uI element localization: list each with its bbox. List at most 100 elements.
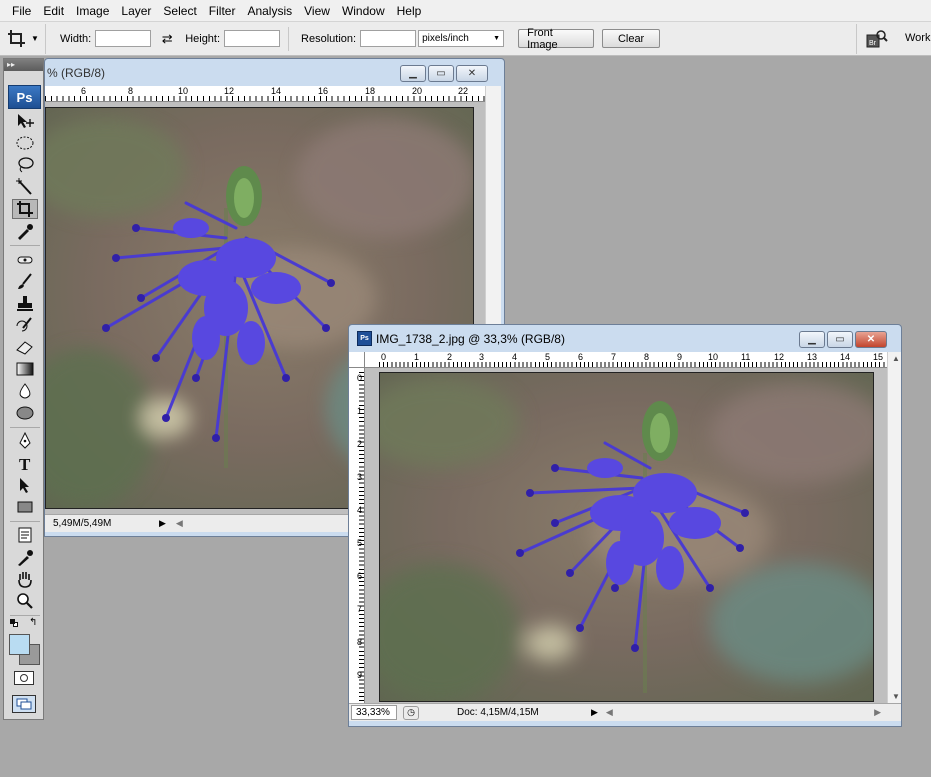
zoom-level-field[interactable]: 33,33%	[351, 705, 397, 720]
svg-text:Br: Br	[869, 40, 877, 47]
photo-canvas[interactable]	[379, 372, 874, 702]
front-image-button[interactable]: Front Image	[518, 27, 595, 51]
ps-document-icon: Ps	[357, 331, 372, 346]
menu-image[interactable]: Image	[70, 0, 115, 22]
menu-bar: File Edit Image Layer Select Filter Anal…	[0, 0, 931, 22]
minimize-button[interactable]: ▁	[400, 65, 426, 82]
tool-divider	[10, 427, 40, 428]
flower-photo	[380, 373, 873, 701]
resolution-field[interactable]	[360, 30, 417, 47]
options-bar: ▼ Width: ⇄ Height: Resolution: pixels/in…	[0, 22, 931, 56]
menu-layer[interactable]: Layer	[115, 0, 157, 22]
shape-tool[interactable]	[12, 497, 38, 517]
tools-panel-header[interactable]: ▸▸	[4, 59, 43, 71]
gradient-tool[interactable]	[12, 359, 38, 379]
minimize-button[interactable]: ▁	[799, 331, 825, 348]
rectangle-icon	[17, 501, 33, 513]
eyedropper-tool[interactable]	[12, 547, 38, 567]
menu-filter[interactable]: Filter	[203, 0, 242, 22]
ruler-label: 0	[381, 352, 387, 362]
ruler-label: 18	[365, 86, 376, 96]
height-field[interactable]	[224, 30, 281, 47]
close-icon: ✕	[866, 334, 876, 345]
dodge-icon	[16, 406, 34, 420]
swap-icon[interactable]: ⇄	[157, 31, 177, 47]
move-tool[interactable]	[12, 111, 38, 131]
ruler-label: 5	[545, 352, 551, 362]
ruler-label: 6	[578, 352, 584, 362]
ruler-label: 10	[178, 86, 189, 96]
status-menu-arrow[interactable]: ▶	[159, 518, 166, 529]
scroll-right-arrow[interactable]: ▶	[874, 707, 881, 718]
zoom-tool[interactable]	[12, 591, 38, 611]
ruler-label: 9	[677, 352, 683, 362]
foreground-color-swatch[interactable]	[9, 634, 30, 655]
slice-eyedropper-tool[interactable]	[12, 221, 38, 241]
minimize-icon: ▁	[808, 334, 816, 345]
menu-view[interactable]: View	[298, 0, 336, 22]
crop-tool[interactable]	[12, 199, 38, 219]
notes-icon	[18, 527, 32, 543]
window-controls: ▁ ▭ ✕	[797, 331, 887, 348]
ruler-label: 11	[741, 352, 751, 362]
menu-help[interactable]: Help	[391, 0, 428, 22]
spot-healing-tool[interactable]	[12, 249, 38, 269]
status-timer-icon[interactable]: ◷	[403, 705, 419, 720]
menu-edit[interactable]: Edit	[37, 0, 70, 22]
ruler-label: 13	[807, 352, 818, 362]
quick-mask-button[interactable]	[14, 671, 34, 685]
maximize-icon: ▭	[835, 334, 845, 345]
scroll-left-arrow[interactable]: ◀	[176, 518, 183, 529]
swap-colors-icon[interactable]: ↰	[29, 617, 37, 628]
menu-select[interactable]: Select	[157, 0, 202, 22]
svg-text:T: T	[19, 455, 31, 472]
brush-tool[interactable]	[12, 271, 38, 291]
ruler-label: 8	[644, 352, 650, 362]
vertical-ruler: 0 1 2 3 4 5 6 7 8 9	[349, 368, 365, 703]
eraser-tool[interactable]	[12, 337, 38, 357]
marquee-tool[interactable]	[12, 133, 38, 153]
path-selection-tool[interactable]	[12, 475, 38, 495]
scroll-left-arrow[interactable]: ◀	[606, 707, 613, 718]
maximize-button[interactable]: ▭	[827, 331, 853, 348]
canvas-area	[365, 368, 887, 703]
resolution-unit-select[interactable]: pixels/inch ▼	[418, 30, 505, 47]
notes-tool[interactable]	[12, 525, 38, 545]
history-brush-tool[interactable]	[12, 315, 38, 335]
vertical-scrollbar[interactable]: ▲ ▼	[887, 352, 901, 703]
move-icon	[18, 114, 34, 128]
tool-divider	[10, 521, 40, 522]
document-title: % (RGB/8)	[47, 65, 106, 80]
ruler-origin[interactable]	[349, 352, 365, 368]
path-select-icon	[20, 478, 29, 493]
menu-file[interactable]: File	[6, 0, 37, 22]
pen-tool[interactable]	[12, 431, 38, 451]
width-field[interactable]	[95, 30, 152, 47]
status-menu-arrow[interactable]: ▶	[591, 707, 598, 718]
close-button[interactable]: ✕	[456, 65, 488, 82]
close-button[interactable]: ✕	[855, 331, 887, 348]
menu-analysis[interactable]: Analysis	[241, 0, 298, 22]
clear-button[interactable]: Clear	[602, 29, 661, 48]
marquee-icon	[16, 136, 34, 150]
maximize-button[interactable]: ▭	[428, 65, 454, 82]
scroll-up-arrow[interactable]: ▲	[889, 354, 901, 363]
divider	[288, 26, 290, 51]
blur-tool[interactable]	[12, 381, 38, 401]
dodge-tool[interactable]	[12, 403, 38, 423]
magic-wand-tool[interactable]	[12, 177, 38, 197]
lasso-tool[interactable]	[12, 155, 38, 175]
hand-tool[interactable]	[12, 569, 38, 589]
clone-stamp-tool[interactable]	[12, 293, 38, 313]
workspace-switcher[interactable]: Work	[905, 32, 930, 44]
menu-window[interactable]: Window	[336, 0, 391, 22]
document-window-front[interactable]: Ps IMG_1738_2.jpg @ 33,3% (RGB/8) ▁ ▭ ✕ …	[348, 324, 902, 727]
type-tool[interactable]: T	[12, 453, 38, 473]
ruler-ticks	[359, 372, 364, 702]
scroll-down-arrow[interactable]: ▼	[889, 692, 901, 701]
bridge-button[interactable]: Br	[856, 24, 896, 54]
default-colors-icon[interactable]	[10, 619, 18, 627]
screen-mode-button[interactable]	[12, 695, 36, 713]
tool-preset-picker[interactable]: ▼	[0, 23, 46, 54]
tool-divider	[10, 615, 40, 616]
